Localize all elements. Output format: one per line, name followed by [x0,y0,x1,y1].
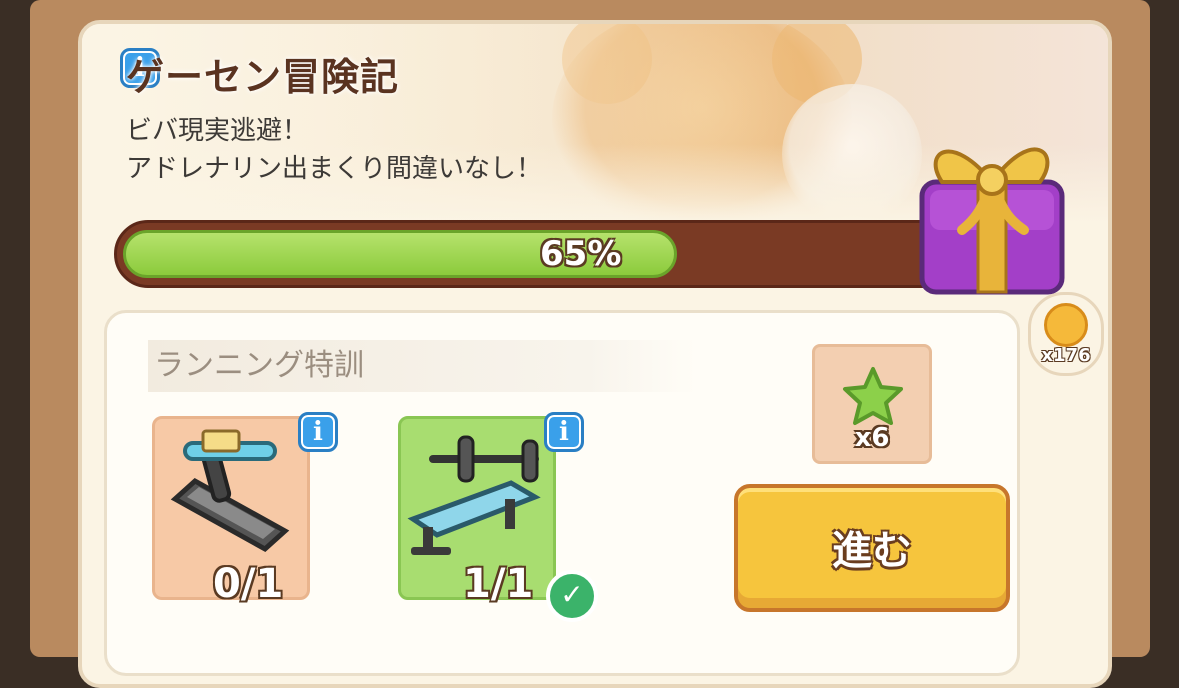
green-star-icon [843,367,903,425]
task-reward-count: x6 [854,423,890,453]
coin-count: x176 [1041,345,1091,366]
event-description-line2: アドレナリン出まくり間違いなし！ [126,154,543,184]
task-item-treadmill[interactable]: 0/1 [152,416,310,607]
event-progress-label: 65% [540,234,622,274]
treadmill-info-icon[interactable]: i [298,412,338,452]
sun-coin-icon [1044,303,1088,347]
go-button-label: 進む [832,528,912,574]
event-description: ビバ現実逃避！ アドレナリン出まくり間違いなし！ [126,112,542,188]
event-title: ゲーセン冒険記 [126,55,400,99]
bench-press-info-icon[interactable]: i [544,412,584,452]
event-description-line1: ビバ現実逃避！ [126,116,309,146]
bench-press-icon [407,435,541,555]
task-reward-box: x6 [812,344,932,464]
gift-box-icon[interactable] [912,112,1072,302]
go-button[interactable]: 進む [734,484,1010,612]
coin-reward-badge: x176 [1028,292,1104,376]
check-icon: ✓ [546,570,598,622]
treadmill-count: 0/1 [213,561,284,607]
task-item-bench-press[interactable]: 1/1 [398,416,556,607]
task-title: ランニング特訓 [148,340,696,392]
treadmill-icon [170,429,290,553]
bench-press-count: 1/1 [463,561,534,607]
